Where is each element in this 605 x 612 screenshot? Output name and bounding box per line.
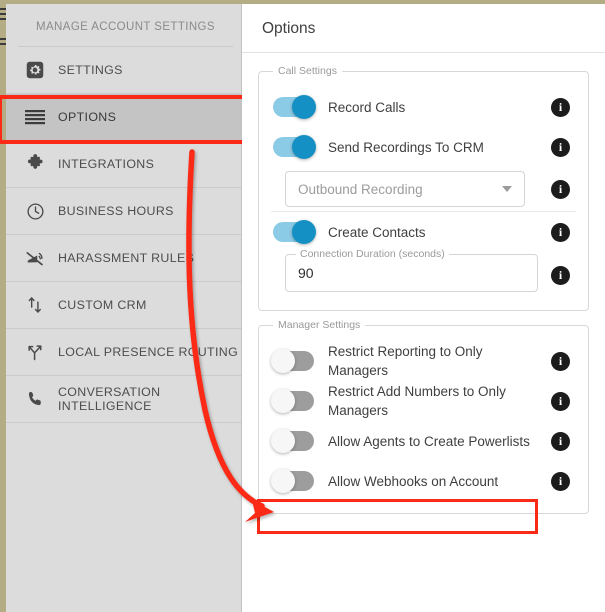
info-icon[interactable]: i xyxy=(551,97,570,117)
sidebar-item-label: INTEGRATIONS xyxy=(58,157,155,171)
sidebar-item-label: OPTIONS xyxy=(58,110,117,124)
page-title: Options xyxy=(262,20,316,37)
sidebar-item-settings[interactable]: SETTINGS xyxy=(6,47,241,94)
megaphone-muted-icon xyxy=(24,247,46,269)
row-label: Restrict Reporting to Only Managers xyxy=(328,344,483,378)
row-allow-agents-create-powerlists[interactable]: Allow Agents to Create Powerlists i xyxy=(271,421,576,461)
recording-type-value: Outbound Recording xyxy=(298,181,423,197)
info-icon[interactable]: i xyxy=(551,431,570,451)
connection-duration-label: Connection Duration (seconds) xyxy=(296,248,449,260)
info-icon[interactable]: i xyxy=(551,222,570,242)
toggle-allow-webhooks[interactable] xyxy=(271,469,314,493)
call-settings-group: Call Settings Record Calls i Send Record… xyxy=(258,65,589,311)
row-label: Create Contacts xyxy=(328,224,426,240)
main-header: Options xyxy=(242,4,605,53)
sidebar-item-label: HARASSMENT RULES xyxy=(58,251,195,265)
row-recording-type[interactable]: Outbound Recording i xyxy=(271,167,576,211)
sidebar-item-label: CONVERSATION INTELLIGENCE xyxy=(58,385,161,413)
clock-icon xyxy=(24,200,46,222)
info-icon[interactable]: i xyxy=(551,179,570,199)
puzzle-piece-icon xyxy=(24,153,46,175)
toggle-send-recordings-to-crm[interactable] xyxy=(273,135,316,159)
row-label: Restrict Add Numbers to Only Managers xyxy=(328,384,506,418)
toggle-record-calls[interactable] xyxy=(273,95,316,119)
sidebar-item-conversation-intelligence[interactable]: CONVERSATION INTELLIGENCE xyxy=(6,376,241,423)
sidebar-item-label: SETTINGS xyxy=(58,63,123,77)
row-record-calls[interactable]: Record Calls i xyxy=(271,87,576,127)
transfer-arrows-icon xyxy=(24,294,46,316)
toggle-allow-agents-create-powerlists[interactable] xyxy=(271,429,314,453)
connection-duration-value: 90 xyxy=(298,265,314,281)
sidebar-item-custom-crm[interactable]: CUSTOM CRM xyxy=(6,282,241,329)
info-icon[interactable]: i xyxy=(551,265,570,285)
list-lines-icon xyxy=(24,106,46,128)
sidebar-item-label: BUSINESS HOURS xyxy=(58,204,174,218)
row-connection-duration[interactable]: Connection Duration (seconds) 90 i xyxy=(271,248,576,298)
sidebar-title: MANAGE ACCOUNT SETTINGS xyxy=(18,4,233,47)
sidebar-item-options[interactable]: OPTIONS xyxy=(6,94,241,141)
chevron-down-icon xyxy=(502,186,512,192)
manager-settings-group: Manager Settings Restrict Reporting to O… xyxy=(258,319,589,514)
phone-icon xyxy=(24,388,46,410)
sidebar-item-local-presence-routing[interactable]: LOCAL PRESENCE ROUTING xyxy=(6,329,241,376)
info-icon[interactable]: i xyxy=(551,137,570,157)
row-send-recordings-to-crm[interactable]: Send Recordings To CRM i xyxy=(271,127,576,167)
row-restrict-add-numbers[interactable]: Restrict Add Numbers to Only Managers i xyxy=(271,381,576,421)
sidebar-item-label: LOCAL PRESENCE ROUTING xyxy=(58,345,239,359)
sidebar-item-harassment-rules[interactable]: HARASSMENT RULES xyxy=(6,235,241,282)
row-allow-webhooks[interactable]: Allow Webhooks on Account i xyxy=(271,461,576,501)
call-settings-legend: Call Settings xyxy=(278,65,337,77)
info-icon[interactable]: i xyxy=(551,391,570,411)
row-create-contacts[interactable]: Create Contacts i xyxy=(271,211,576,252)
manager-settings-legend: Manager Settings xyxy=(278,319,361,331)
sidebar-item-label: CUSTOM CRM xyxy=(58,298,147,312)
row-label: Record Calls xyxy=(328,99,406,115)
toggle-restrict-add-numbers[interactable] xyxy=(271,389,314,413)
branch-arrows-icon xyxy=(24,341,46,363)
sidebar: MANAGE ACCOUNT SETTINGS SETTINGS OPTIONS… xyxy=(0,4,247,612)
gear-icon xyxy=(24,59,46,81)
recording-type-select[interactable]: Outbound Recording xyxy=(285,171,525,207)
connection-duration-field[interactable]: Connection Duration (seconds) 90 xyxy=(285,248,538,292)
row-label: Allow Webhooks on Account xyxy=(328,473,499,489)
sidebar-item-integrations[interactable]: INTEGRATIONS xyxy=(6,141,241,188)
row-label: Allow Agents to Create Powerlists xyxy=(328,433,530,449)
info-icon[interactable]: i xyxy=(551,471,570,491)
main-panel: Options Call Settings Record Calls i Sen… xyxy=(242,4,605,612)
toggle-restrict-reporting[interactable] xyxy=(271,349,314,373)
row-label: Send Recordings To CRM xyxy=(328,139,484,155)
sidebar-item-business-hours[interactable]: BUSINESS HOURS xyxy=(6,188,241,235)
toggle-create-contacts[interactable] xyxy=(273,220,316,244)
info-icon[interactable]: i xyxy=(551,351,570,371)
row-restrict-reporting[interactable]: Restrict Reporting to Only Managers i xyxy=(271,341,576,381)
main-body: Call Settings Record Calls i Send Record… xyxy=(242,53,605,514)
app-root: MANAGE ACCOUNT SETTINGS SETTINGS OPTIONS… xyxy=(0,0,605,612)
